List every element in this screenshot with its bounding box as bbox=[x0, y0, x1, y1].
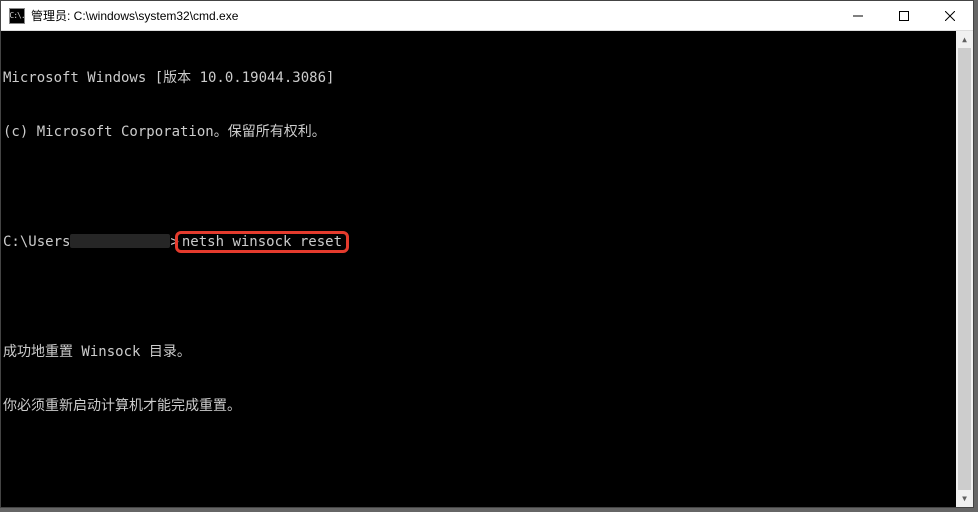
result-line-2: 你必须重新启动计算机才能完成重置。 bbox=[3, 397, 973, 415]
titlebar[interactable]: C:\. 管理员: C:\windows\system32\cmd.exe bbox=[1, 1, 973, 31]
window-controls bbox=[835, 1, 973, 30]
scroll-up-button[interactable]: ▲ bbox=[956, 31, 973, 48]
terminal-area[interactable]: Microsoft Windows [版本 10.0.19044.3086] (… bbox=[1, 31, 973, 507]
command-text: netsh winsock reset bbox=[182, 234, 342, 250]
prompt-prefix: C:\Users bbox=[3, 234, 70, 250]
window-title: 管理员: C:\windows\system32\cmd.exe bbox=[31, 7, 835, 24]
maximize-button[interactable] bbox=[881, 1, 927, 30]
copyright-line: (c) Microsoft Corporation。保留所有权利。 bbox=[3, 123, 973, 141]
scroll-track[interactable] bbox=[956, 48, 973, 490]
blank-line bbox=[3, 451, 973, 469]
blank-line bbox=[3, 505, 973, 507]
prompt-line-1: C:\Users>netsh winsock reset bbox=[3, 231, 973, 253]
close-button[interactable] bbox=[927, 1, 973, 30]
scroll-thumb[interactable] bbox=[958, 48, 971, 490]
highlighted-command: netsh winsock reset bbox=[175, 231, 349, 253]
scrollbar[interactable]: ▲ ▼ bbox=[956, 31, 973, 507]
blank-line bbox=[3, 289, 973, 307]
result-line-1: 成功地重置 Winsock 目录。 bbox=[3, 343, 973, 361]
scroll-down-button[interactable]: ▼ bbox=[956, 490, 973, 507]
minimize-button[interactable] bbox=[835, 1, 881, 30]
cmd-icon: C:\. bbox=[9, 8, 25, 24]
cmd-window: C:\. 管理员: C:\windows\system32\cmd.exe Mi… bbox=[0, 0, 974, 508]
version-line: Microsoft Windows [版本 10.0.19044.3086] bbox=[3, 69, 973, 87]
redacted-username bbox=[70, 234, 170, 248]
blank-line bbox=[3, 177, 973, 195]
